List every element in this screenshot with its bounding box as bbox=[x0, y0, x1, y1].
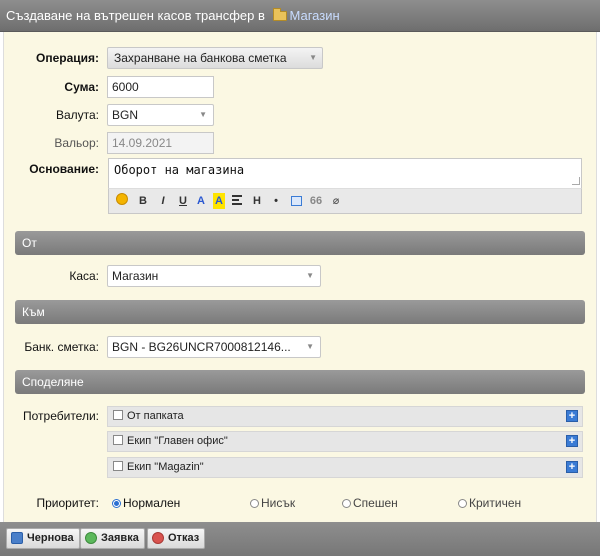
priority-label: Приоритет: bbox=[36, 496, 99, 510]
operation-value: Захранване на банкова сметка bbox=[114, 51, 287, 65]
checkbox[interactable] bbox=[113, 435, 123, 445]
bank-account-select[interactable]: BGN - BG26UNCR7000812146... ▼ bbox=[107, 336, 321, 358]
cash-select[interactable]: Магазин ▼ bbox=[107, 265, 321, 287]
radio-dot bbox=[250, 499, 259, 508]
value-date-label: Вальор: bbox=[54, 136, 99, 150]
underline-button[interactable]: U bbox=[177, 193, 189, 209]
section-from-header: От bbox=[15, 231, 585, 255]
priority-option-label: Нисък bbox=[261, 496, 296, 510]
bottom-toolbar: Чернова Заявка Отказ bbox=[0, 522, 600, 556]
title-text: Създаване на вътрешен касов трансфер в bbox=[6, 8, 265, 23]
users-label: Потребители: bbox=[23, 409, 99, 423]
bank-account-label: Банк. сметка: bbox=[24, 340, 99, 354]
priority-critical-radio[interactable]: Критичен bbox=[458, 496, 521, 510]
close-icon bbox=[152, 532, 164, 544]
share-group-label: От папката bbox=[127, 410, 184, 422]
checkbox[interactable] bbox=[113, 461, 123, 471]
priority-option-label: Спешен bbox=[353, 496, 398, 510]
save-icon bbox=[11, 532, 23, 544]
expand-plus-icon[interactable]: + bbox=[566, 435, 578, 447]
cash-value: Магазин bbox=[112, 269, 159, 283]
heading-button[interactable]: H bbox=[251, 193, 263, 209]
folder-link[interactable]: Магазин bbox=[290, 8, 340, 23]
bold-button[interactable]: B bbox=[137, 193, 149, 209]
italic-button[interactable]: I bbox=[157, 193, 169, 209]
expand-plus-icon[interactable]: + bbox=[566, 410, 578, 422]
share-group-row[interactable]: Екип "Главен офис" + bbox=[107, 431, 583, 452]
priority-urgent-radio[interactable]: Спешен bbox=[342, 496, 398, 510]
quote-button[interactable]: 66 bbox=[309, 193, 323, 209]
resize-handle[interactable] bbox=[572, 177, 580, 185]
form-panel: Операция: Захранване на банкова сметка ▼… bbox=[3, 32, 597, 522]
section-to-header: Към bbox=[15, 300, 585, 324]
bullet-button[interactable]: • bbox=[270, 193, 282, 209]
currency-label: Валута: bbox=[55, 108, 99, 122]
value-date-input: 14.09.2021 bbox=[107, 132, 214, 154]
request-button-label: Заявка bbox=[101, 532, 139, 544]
folder-icon bbox=[272, 8, 287, 21]
radio-dot bbox=[458, 499, 467, 508]
radio-dot bbox=[342, 499, 351, 508]
currency-select[interactable]: BGN ▼ bbox=[107, 104, 214, 126]
share-group-label: Екип "Magazin" bbox=[127, 461, 204, 473]
priority-option-label: Критичен bbox=[469, 496, 522, 510]
highlight-button[interactable]: A bbox=[213, 193, 225, 209]
amount-label: Сума: bbox=[64, 80, 99, 94]
currency-value: BGN bbox=[112, 108, 139, 122]
chevron-down-icon: ▼ bbox=[306, 342, 314, 351]
window-title: Създаване на вътрешен касов трансфер в М… bbox=[0, 0, 600, 32]
priority-low-radio[interactable]: Нисък bbox=[250, 496, 295, 510]
amount-input[interactable]: 6000 bbox=[107, 76, 214, 98]
emoji-icon[interactable] bbox=[115, 193, 129, 209]
request-button[interactable]: Заявка bbox=[80, 528, 145, 549]
section-share-header: Споделяне bbox=[15, 370, 585, 394]
operation-select[interactable]: Захранване на банкова сметка ▼ bbox=[107, 47, 323, 69]
table-icon[interactable] bbox=[289, 193, 303, 209]
priority-normal-radio[interactable]: Нормален bbox=[112, 496, 180, 510]
draft-button[interactable]: Чернова bbox=[6, 528, 80, 549]
editor-toolbar: B I U A A H • 66 ⌀ bbox=[108, 188, 582, 214]
expand-plus-icon[interactable]: + bbox=[566, 461, 578, 473]
chevron-down-icon: ▼ bbox=[309, 53, 317, 62]
align-icon[interactable] bbox=[231, 193, 243, 209]
checkbox[interactable] bbox=[113, 410, 123, 420]
share-group-row[interactable]: От папката + bbox=[107, 406, 583, 427]
bank-account-value: BGN - BG26UNCR7000812146... bbox=[112, 340, 291, 354]
radio-dot bbox=[112, 499, 121, 508]
cancel-button-label: Отказ bbox=[168, 532, 200, 544]
check-icon bbox=[85, 532, 97, 544]
share-group-label: Екип "Главен офис" bbox=[127, 435, 228, 447]
draft-button-label: Чернова bbox=[27, 532, 74, 544]
reason-label: Основание: bbox=[29, 162, 99, 176]
chevron-down-icon: ▼ bbox=[199, 110, 207, 119]
chevron-down-icon: ▼ bbox=[306, 271, 314, 280]
cancel-button[interactable]: Отказ bbox=[147, 528, 206, 549]
reason-text[interactable]: Оборот на магазина bbox=[109, 159, 581, 181]
operation-label: Операция: bbox=[35, 51, 99, 65]
text-color-button[interactable]: A bbox=[195, 193, 207, 209]
priority-option-label: Нормален bbox=[123, 496, 181, 510]
share-group-row[interactable]: Екип "Magazin" + bbox=[107, 457, 583, 478]
cash-label: Каса: bbox=[69, 269, 99, 283]
attachment-icon[interactable]: ⌀ bbox=[329, 193, 343, 209]
